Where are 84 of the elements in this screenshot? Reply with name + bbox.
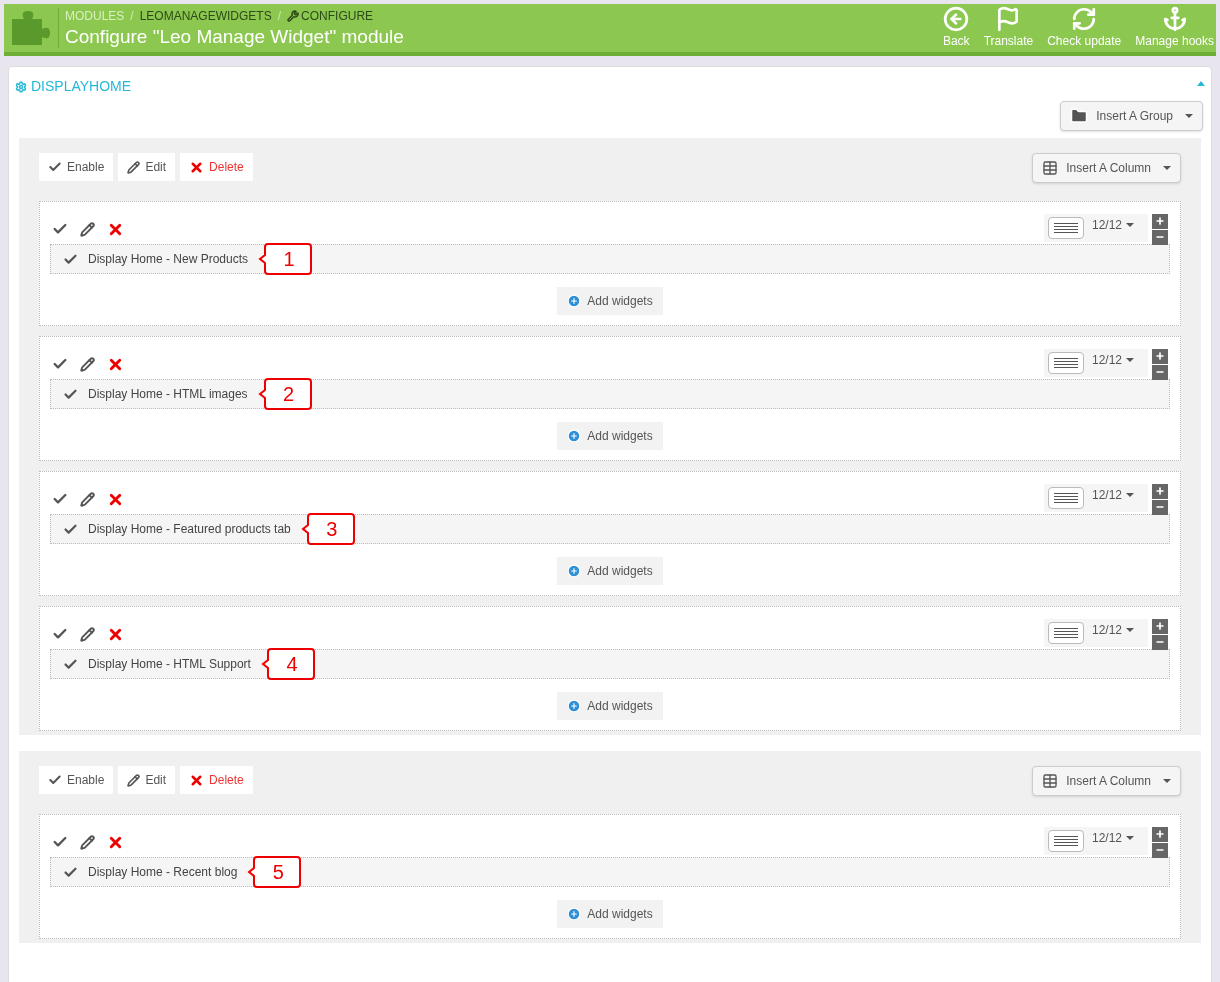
minus-button[interactable] [1152,229,1168,245]
insert-group-button[interactable]: Insert A Group [1060,101,1203,131]
minus-button[interactable] [1152,364,1168,380]
caret-icon [1163,779,1171,783]
plus-circle-icon [567,699,582,713]
section-title: DISPLAYHOME [15,76,132,97]
plus-icon [1155,216,1165,226]
check-icon [48,160,62,174]
widget-name: Display Home - HTML Support [88,656,251,673]
wrench-icon [287,10,300,22]
plus-circle-icon [567,907,582,921]
insert-column-button[interactable]: Insert A Column [1032,766,1181,796]
plus-icon [1155,351,1165,361]
check-icon [48,773,62,787]
caret-icon [1126,835,1134,840]
pencil-icon[interactable] [80,626,95,642]
delete-button[interactable]: Delete [180,766,253,794]
enable-button[interactable]: Enable [39,766,114,794]
caret-icon [1163,166,1171,170]
table-grid-icon [1042,773,1059,789]
edit-button[interactable]: Edit [118,766,176,794]
refresh-icon [1071,6,1098,32]
callout-label: 1 [258,243,313,275]
widget-name: Display Home - Recent blog [88,864,238,881]
lines-icon[interactable] [1047,351,1084,374]
gear-icon [15,80,27,93]
lines-icon[interactable] [1047,829,1084,852]
table-grid-icon [1042,160,1059,176]
page-title: Configure "Leo Manage Widget" module [65,25,404,49]
puzzle-icon [10,9,52,47]
minus-button[interactable] [1152,634,1168,650]
add-widgets-button[interactable]: Add widgets [557,900,663,928]
pencil-icon[interactable] [80,834,95,850]
widget-name: Display Home - Featured products tab [88,521,291,538]
callout-label: 3 [300,513,355,545]
minus-button[interactable] [1152,842,1168,858]
callout-label: 2 [257,378,312,410]
callout-label: 4 [260,648,315,680]
pencil-icon [127,160,141,174]
plus-circle-icon [567,294,582,308]
plus-button[interactable] [1152,826,1168,842]
caret-icon [1126,222,1134,227]
widget-row[interactable]: Display Home - New Products 1 [50,244,1170,274]
plus-button[interactable] [1152,348,1168,364]
pencil-icon[interactable] [80,491,95,507]
breadcrumb-separator: / [277,8,282,25]
plus-icon [1155,621,1165,631]
add-widgets-button[interactable]: Add widgets [557,692,663,720]
caret-icon [1126,357,1134,362]
add-widgets-button[interactable]: Add widgets [557,422,663,450]
plus-circle-icon [567,429,582,443]
breadcrumb-link[interactable]: CONFIGURE [287,7,374,25]
pencil-icon [127,773,141,787]
breadcrumb-separator: / [130,8,134,25]
caret-icon [1126,627,1134,632]
minus-button[interactable] [1152,499,1168,515]
add-widgets-button[interactable]: Add widgets [557,557,663,585]
caret-icon [1185,114,1193,118]
plus-circle-icon [567,564,582,578]
add-widgets-button[interactable]: Add widgets [557,287,663,315]
anchor-icon [1161,6,1188,32]
lines-icon[interactable] [1047,486,1084,509]
plus-button[interactable] [1152,483,1168,499]
lines-icon[interactable] [1047,216,1084,239]
widget-name: Display Home - New Products [88,251,249,268]
plus-icon [1155,829,1165,839]
widget-row[interactable]: Display Home - Featured products tab 3 [50,514,1170,544]
lines-icon[interactable] [1047,621,1084,644]
widget-row[interactable]: Display Home - HTML images 2 [50,379,1170,409]
plus-icon [1155,486,1165,496]
widget-row[interactable]: Display Home - HTML Support 4 [50,649,1170,679]
delete-button[interactable]: Delete [180,153,253,181]
edit-button[interactable]: Edit [118,153,176,181]
callout-label: 5 [247,856,302,888]
pencil-icon[interactable] [80,356,95,372]
caret-icon [1126,492,1134,497]
insert-column-button[interactable]: Insert A Column [1032,153,1181,183]
breadcrumb-link[interactable]: LEOMANAGEWIDGETS [139,7,272,25]
enable-button[interactable]: Enable [39,153,114,181]
widget-row[interactable]: Display Home - Recent blog 5 [50,857,1170,887]
plus-button[interactable] [1152,213,1168,229]
widget-name: Display Home - HTML images [88,386,248,403]
plus-button[interactable] [1152,618,1168,634]
pencil-icon[interactable] [80,221,95,237]
